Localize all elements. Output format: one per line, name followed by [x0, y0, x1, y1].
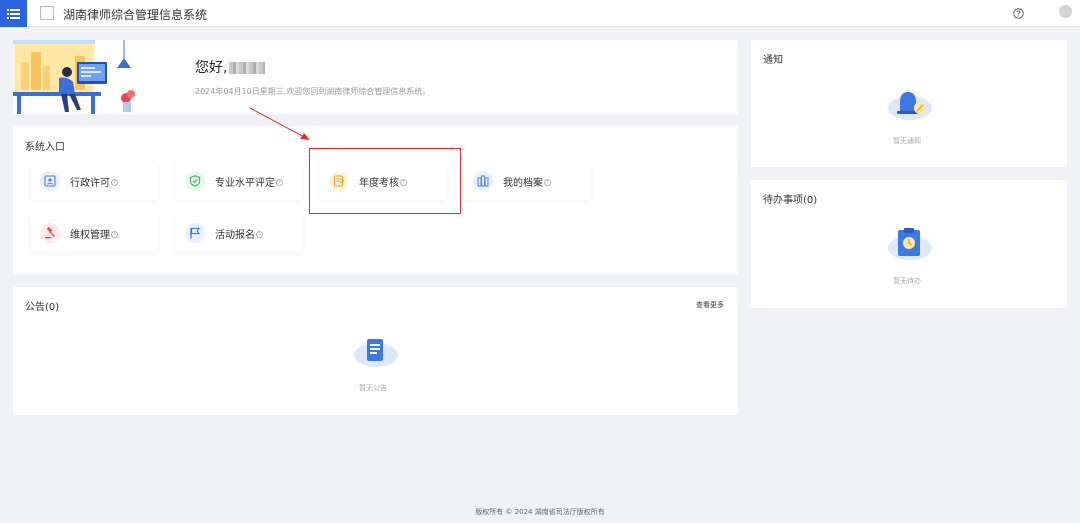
archive-icon — [477, 175, 489, 187]
empty-announcement-text: 暂无公告 — [359, 384, 387, 392]
entry-label: 年度考核 — [359, 177, 399, 189]
menu-toggle-button[interactable] — [0, 0, 27, 27]
assessment-doc-icon — [333, 175, 345, 187]
shield-check-icon — [189, 175, 201, 187]
gavel-icon — [45, 227, 56, 239]
entry-label: 行政许可 — [70, 177, 110, 189]
top-bar: 湖南律师综合管理信息系统 — [0, 0, 1080, 27]
entry-administrative-license[interactable]: 行政许可? — [30, 162, 158, 200]
app-title: 湖南律师综合管理信息系统 — [63, 8, 208, 22]
license-icon — [44, 175, 56, 187]
view-more-link[interactable]: 查看更多 — [696, 300, 724, 310]
entry-label: 维权管理 — [70, 229, 110, 241]
flag-icon — [190, 227, 200, 239]
footer-copyright: 版权所有 © 2024 湖南省司法厅版权所有 — [475, 508, 605, 516]
entry-label: 活动报名 — [215, 229, 255, 241]
question-icon: ? — [256, 230, 263, 237]
notification-panel: 通知 暂无通知 — [751, 40, 1067, 167]
announcement-panel: 公告(0) 查看更多 暂无公告 — [13, 287, 738, 415]
entry-label: 专业水平评定 — [215, 177, 275, 189]
empty-notification-text: 暂无通知 — [893, 137, 921, 145]
entry-event-registration[interactable]: 活动报名? — [175, 214, 303, 252]
welcome-subtitle: 2024年04月10日星期三,欢迎您回到湖南律师综合管理信息系统。 — [195, 87, 431, 96]
entry-rights-protection[interactable]: 维权管理? — [30, 214, 158, 252]
notification-title: 通知 — [763, 55, 783, 66]
empty-todo-icon — [888, 228, 932, 260]
entry-my-archive[interactable]: 我的档案? — [463, 162, 591, 200]
question-icon: ? — [400, 178, 407, 185]
entry-label: 我的档案 — [503, 177, 543, 189]
entry-annual-assessment[interactable]: 年度考核? — [319, 162, 447, 200]
todo-title: 待办事项(0) — [763, 195, 818, 206]
question-icon: ? — [111, 230, 118, 237]
welcome-card: 您好, 2024年04月10日星期三,欢迎您回到湖南律师综合管理信息系统。 — [13, 40, 738, 114]
empty-notification-icon — [888, 92, 932, 120]
empty-todo-text: 暂无待办 — [893, 277, 921, 285]
question-icon: ? — [544, 178, 551, 185]
workspace-illustration — [13, 40, 135, 114]
logo-image — [40, 6, 54, 20]
greeting-text: 您好, — [195, 57, 266, 77]
system-entry-title: 系统入口 — [25, 142, 65, 153]
help-icon[interactable] — [1013, 8, 1024, 19]
question-icon: ? — [111, 178, 118, 185]
question-icon: ? — [276, 178, 283, 185]
entry-professional-rating[interactable]: 专业水平评定? — [175, 162, 303, 200]
menu-list-icon — [7, 8, 20, 19]
system-entry-panel: 系统入口 行政许可? 专业水平评定? 年度考核 ? 我的档案 ? 维权管理 ? … — [13, 126, 738, 274]
todo-panel: 待办事项(0) 暂无待办 — [751, 180, 1067, 308]
greeting-label: 您好, — [195, 60, 228, 76]
user-avatar[interactable] — [1059, 5, 1072, 18]
empty-announcement-icon — [354, 339, 398, 367]
announcement-title: 公告(0) — [25, 302, 60, 313]
redacted-username — [229, 62, 266, 74]
